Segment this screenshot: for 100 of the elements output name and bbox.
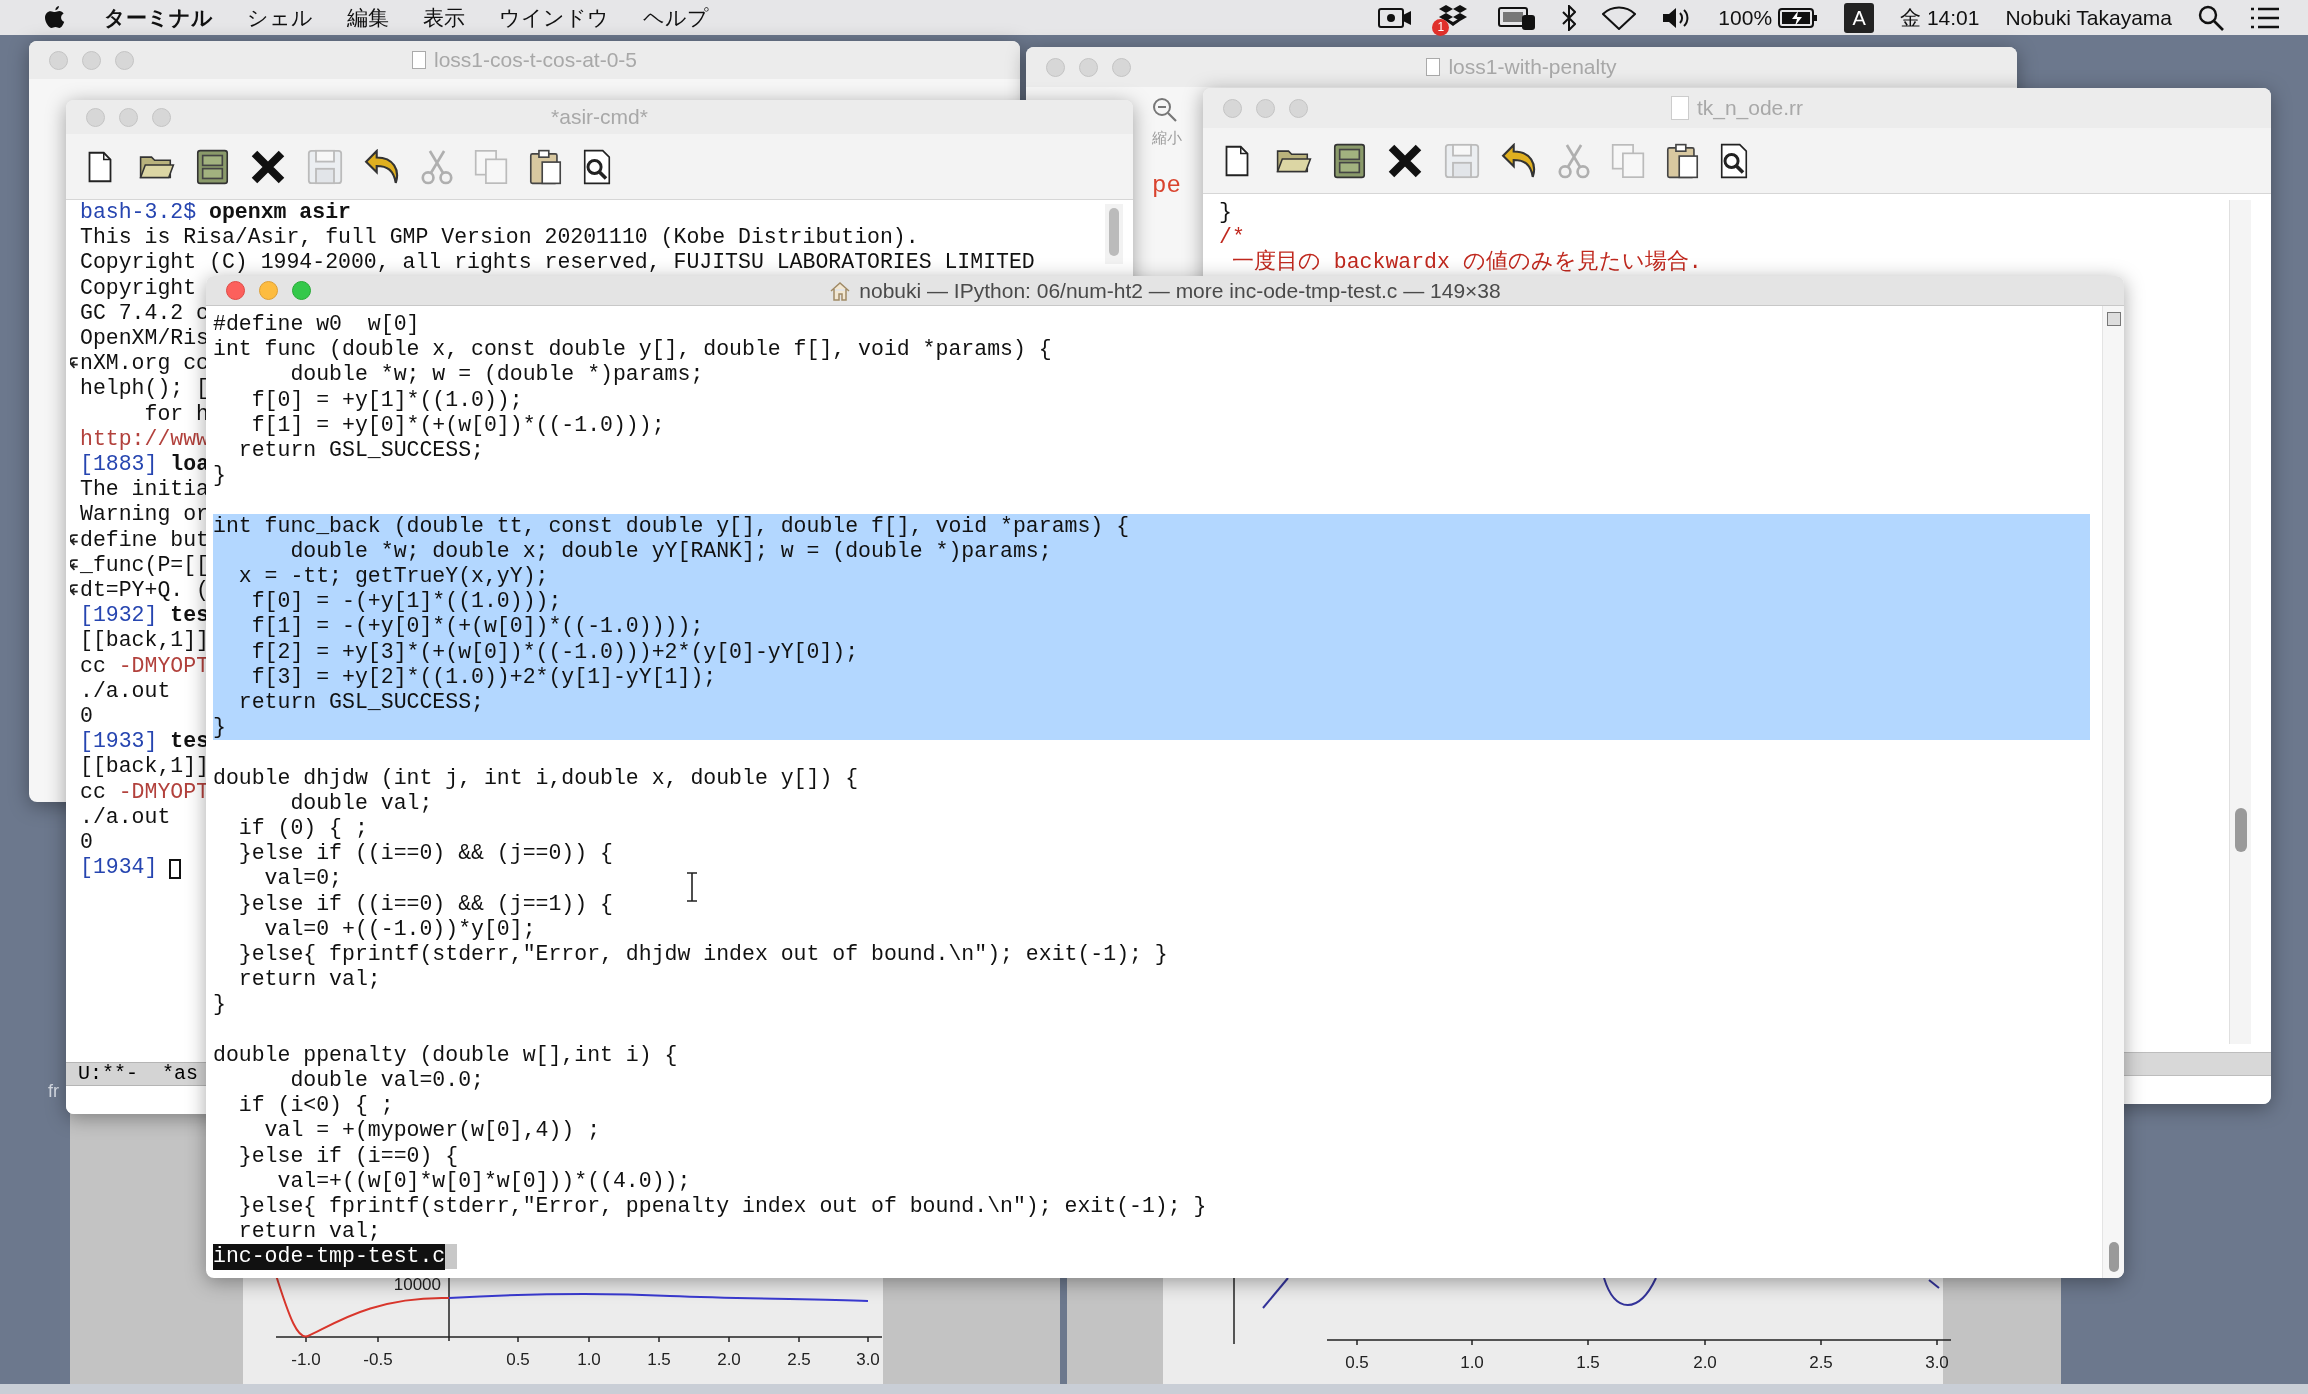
video-camera-icon[interactable] <box>1378 6 1413 29</box>
battery-icon[interactable] <box>1778 6 1819 29</box>
code-text: pe <box>1152 170 1182 201</box>
bluetooth-icon[interactable] <box>1562 4 1577 31</box>
window-title: loss1-with-penalty <box>1448 54 1617 81</box>
console-line: define but <box>80 527 210 553</box>
code-line: if (i<0) { ; <box>237 1093 394 1119</box>
tick-label: 2.0 <box>1693 1353 1717 1372</box>
folder-icon[interactable] <box>1276 148 1312 173</box>
code-line: f[1] = -(+y[0]*(+(w[0])*((-1.0)))); <box>250 614 704 640</box>
code-line: f[0] = +y[1]*((1.0)); <box>250 387 523 413</box>
code-line: return val; <box>237 967 381 993</box>
drive-icon[interactable] <box>1498 4 1537 31</box>
desktop-text: fr <box>48 1080 59 1103</box>
console-line: ./a.out <box>80 678 171 705</box>
menu-item[interactable]: 表示 <box>423 1 465 34</box>
console-line: 0 <box>80 704 93 730</box>
plot-curve <box>1928 1279 1940 1289</box>
code-line: val=0 +((-1.0))*y[0]; <box>263 916 536 943</box>
tick-label: 2.5 <box>787 1350 811 1369</box>
wrap-arrow-icon <box>69 557 79 573</box>
code-line: val=+((w[0]*w[0]*w[0]))*((4.0)); <box>276 1168 691 1195</box>
search-icon[interactable] <box>2198 4 2224 31</box>
plot-curve <box>1262 1277 1289 1309</box>
console-line: [[back,1]] <box>80 754 210 780</box>
tick-label: 0.5 <box>506 1350 530 1369</box>
menu-item[interactable]: シェル <box>247 1 313 34</box>
user-name[interactable]: Nobuki Takayama <box>2005 1 2172 34</box>
tick-label: 1.5 <box>647 1350 671 1369</box>
code-line: }else if ((i==0) && (j==1)) { <box>237 891 613 917</box>
window-title: tk_n_ode.rr <box>1696 95 1804 122</box>
scrollbar-thumb[interactable] <box>2109 1242 2119 1272</box>
tick-label: 1.5 <box>1576 1353 1600 1372</box>
menu-clock[interactable]: 金 14:01 <box>1900 1 1980 34</box>
console-line: ./a.out <box>80 804 171 831</box>
mode-line: U:**- *as <box>78 1061 199 1087</box>
code-line: return GSL_SUCCESS; <box>237 690 484 716</box>
code-line: #define w0 w[0] <box>213 312 420 338</box>
split-pane-icon[interactable] <box>2107 312 2121 326</box>
cabinet-icon[interactable] <box>196 148 229 185</box>
console-line: nXM.org cc <box>80 351 210 377</box>
code-line: }else{ fprintf(stderr,"Error, dhjdw index out of bound.\n"); exit(-1); } <box>237 942 1168 968</box>
notification-badge: 1 <box>1432 18 1450 36</box>
console-line: http://www <box>80 426 210 453</box>
code-line: val=0; <box>263 866 343 892</box>
code-line: int func (double x, const double y[], double f[], void *params) { <box>213 337 1052 363</box>
menu-item[interactable]: ウインドウ <box>499 1 609 34</box>
undo-icon[interactable] <box>1501 142 1537 179</box>
console-line: Copyright (C) 1994-2000, all rights reserved, FUJITSU LABORATORIES LIMITED <box>80 250 1035 276</box>
close-button[interactable] <box>226 281 245 300</box>
code-line: double val=0.0; <box>289 1068 484 1094</box>
text-cursor <box>445 1244 458 1270</box>
scrollbar-thumb[interactable] <box>1109 208 1119 256</box>
console-line: dt=PY+Q. ( <box>80 578 210 604</box>
folder-icon[interactable] <box>139 154 175 179</box>
code-line: } <box>213 992 226 1018</box>
tick-label: -0.5 <box>363 1350 393 1369</box>
console-line: This is Risa/Asir, full GMP Version 20201110 (Kobe Distribution). <box>80 225 919 251</box>
cabinet-icon[interactable] <box>1333 142 1366 179</box>
console-line: [[back,1]] <box>80 628 210 654</box>
comment-line: /* <box>1219 225 1246 251</box>
list-icon[interactable] <box>2250 6 2280 29</box>
text-cursor <box>169 859 182 880</box>
console-line: cc -DMYOPT <box>80 779 210 805</box>
console-line: bash-3.2$ openxm asir <box>80 200 351 226</box>
close-icon[interactable] <box>1387 142 1423 179</box>
zoom-out-icon[interactable] <box>1152 97 1178 123</box>
code-line: val = +(mypower(w[0],4)) ; <box>263 1118 601 1144</box>
close-icon[interactable] <box>250 148 286 185</box>
code-line: f[3] = +y[2]*((1.0))+2*(y[1]-yY[1]); <box>250 664 717 691</box>
document-icon <box>411 51 426 69</box>
apple-logo-icon[interactable] <box>44 4 66 31</box>
undo-icon[interactable] <box>364 148 400 185</box>
code-line: f[1] = +y[0]*(+(w[0])*((-1.0))); <box>250 412 665 438</box>
code-line: } <box>1219 200 1233 226</box>
tick-label: -1.0 <box>291 1350 321 1369</box>
menu-item[interactable]: 編集 <box>347 1 389 34</box>
search-icon[interactable] <box>583 148 611 185</box>
code-line: }else{ fprintf(stderr,"Error, ppenalty index out of bound.\n"); exit(-1); } <box>237 1194 1207 1220</box>
clipboard-icon[interactable] <box>529 148 562 185</box>
code-line: f[0] = -(+y[1]*((1.0))); <box>250 589 562 615</box>
battery-percent: 100% <box>1718 4 1773 31</box>
zoom-button[interactable] <box>292 281 311 300</box>
menu-item[interactable]: ヘルプ <box>643 1 709 34</box>
search-icon[interactable] <box>1720 142 1748 179</box>
app-menu[interactable]: ターミナル <box>104 1 213 34</box>
console-line: [1934] <box>80 855 158 881</box>
pager-prompt: inc-ode-tmp-test.c <box>213 1244 446 1270</box>
tick-label: 3.0 <box>856 1350 880 1369</box>
home-icon <box>829 279 852 302</box>
console-line: The initia <box>80 477 210 503</box>
wifi-icon[interactable] <box>1602 5 1637 30</box>
code-line: double ppenalty (double w[],int i) { <box>213 1042 678 1069</box>
code-line: }else if (i==0) { <box>237 1143 459 1169</box>
scrollbar-thumb[interactable] <box>2235 808 2247 852</box>
comment-line: 一度目の backwardx の値のみを見たい場合. <box>1230 250 1703 276</box>
input-source-badge[interactable]: A <box>1844 2 1875 33</box>
toolbar-label: 縮小 <box>1152 128 1183 148</box>
tick-label: 10000 <box>393 1275 441 1294</box>
clipboard-icon[interactable] <box>1666 142 1699 179</box>
